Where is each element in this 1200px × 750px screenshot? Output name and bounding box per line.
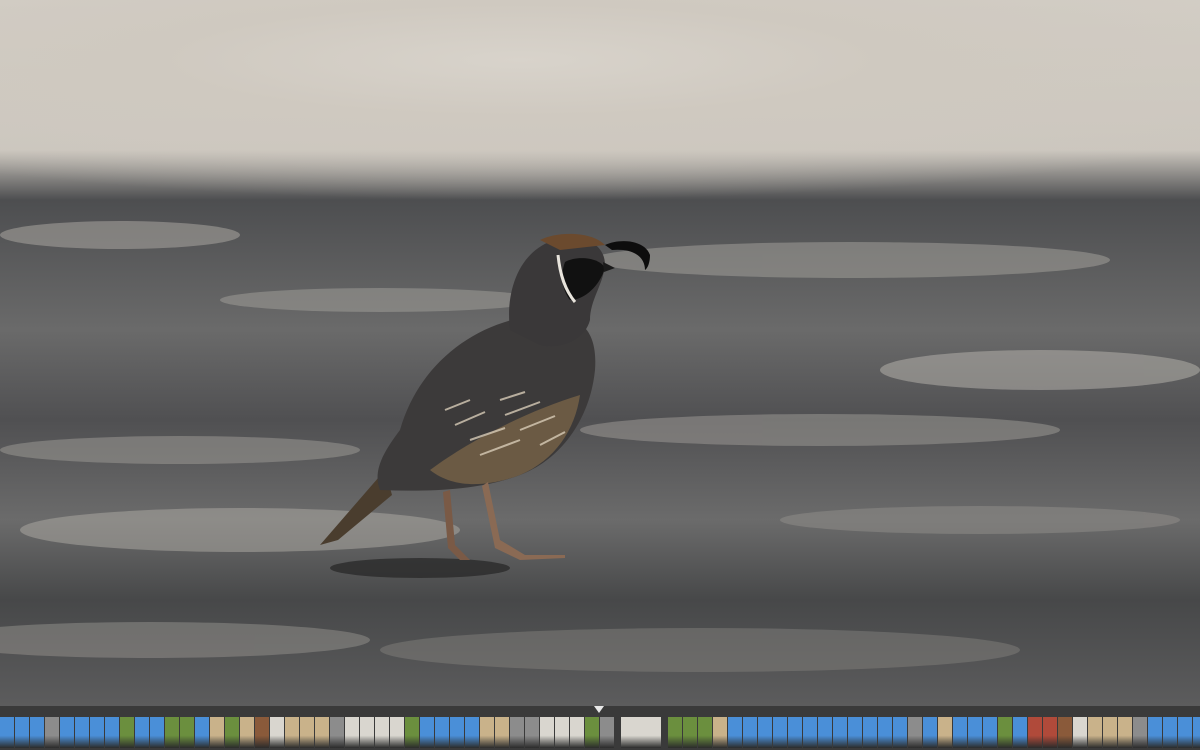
filmstrip-thumbnail[interactable] [165,717,179,748]
filmstrip-thumbnail[interactable] [405,717,419,748]
filmstrip-thumbnail[interactable] [120,717,134,748]
filmstrip-thumbnail[interactable] [180,717,194,748]
filmstrip-thumbnail[interactable] [150,717,164,748]
filmstrip-thumbnail[interactable] [1103,717,1117,748]
filmstrip-thumbnail[interactable] [105,717,119,748]
filmstrip-thumbnail[interactable] [135,717,149,748]
filmstrip-thumbnail[interactable] [1073,717,1087,748]
filmstrip-thumbnail[interactable] [285,717,299,748]
filmstrip-thumbnail[interactable] [1088,717,1102,748]
filmstrip-thumbnail[interactable] [818,717,832,748]
filmstrip-thumbnail[interactable] [983,717,997,748]
filmstrip-thumbnail[interactable] [195,717,209,748]
filmstrip-thumbnail[interactable] [540,717,554,748]
filmstrip-thumbnail[interactable] [698,717,712,748]
filmstrip-thumbnail[interactable] [450,717,464,748]
quail-bird [320,233,650,560]
filmstrip-thumbnail[interactable] [510,717,524,748]
filmstrip-thumbnail[interactable] [788,717,802,748]
filmstrip-thumbnail[interactable] [435,717,449,748]
filmstrip-thumbnail[interactable] [758,717,772,748]
filmstrip-thumbnail[interactable] [713,717,727,748]
filmstrip-thumbnail[interactable] [585,717,599,748]
filmstrip-thumbnail[interactable] [495,717,509,748]
filmstrip-thumbnail[interactable] [45,717,59,748]
filmstrip-thumbnail[interactable] [728,717,742,748]
filmstrip-thumbnail[interactable] [525,717,539,748]
filmstrip-thumbnail[interactable] [60,717,74,748]
filmstrip-thumbnail-current[interactable] [621,717,661,748]
filmstrip-thumbnail[interactable] [480,717,494,748]
filmstrip[interactable] [0,706,1200,750]
filmstrip-thumbnail[interactable] [465,717,479,748]
filmstrip-thumbnail[interactable] [1133,717,1147,748]
filmstrip-thumbnail[interactable] [300,717,314,748]
filmstrip-thumbnail[interactable] [1193,717,1200,748]
filmstrip-thumbnail[interactable] [75,717,89,748]
filmstrip-thumbnail[interactable] [683,717,697,748]
filmstrip-thumbnail[interactable] [600,717,614,748]
filmstrip-thumbnail[interactable] [1058,717,1072,748]
filmstrip-thumbnail[interactable] [570,717,584,748]
filmstrip-thumbnail[interactable] [255,717,269,748]
triangle-down-icon [594,706,604,713]
filmstrip-thumbnail[interactable] [240,717,254,748]
filmstrip-thumbnail[interactable] [938,717,952,748]
filmstrip-thumbnail[interactable] [803,717,817,748]
filmstrip-thumbnail[interactable] [833,717,847,748]
light-patches [0,221,1200,672]
filmstrip-thumbnail[interactable] [15,717,29,748]
filmstrip-thumbnail[interactable] [773,717,787,748]
filmstrip-thumbnail[interactable] [0,717,14,748]
filmstrip-thumbnail[interactable] [270,717,284,748]
filmstrip-thumbnail[interactable] [893,717,907,748]
filmstrip-thumbnail[interactable] [668,717,682,748]
filmstrip-thumbnail[interactable] [1163,717,1177,748]
filmstrip-thumbnails[interactable] [0,717,1200,748]
photo-viewer [0,0,1200,706]
filmstrip-thumbnail[interactable] [1013,717,1027,748]
filmstrip-thumbnail[interactable] [555,717,569,748]
filmstrip-thumbnail[interactable] [923,717,937,748]
filmstrip-thumbnail[interactable] [330,717,344,748]
filmstrip-thumbnail[interactable] [315,717,329,748]
filmstrip-thumbnail[interactable] [390,717,404,748]
filmstrip-thumbnail[interactable] [1148,717,1162,748]
filmstrip-thumbnail[interactable] [345,717,359,748]
filmstrip-thumbnail[interactable] [1028,717,1042,748]
filmstrip-thumbnail[interactable] [1118,717,1132,748]
filmstrip-thumbnail[interactable] [743,717,757,748]
filmstrip-thumbnail[interactable] [953,717,967,748]
filmstrip-thumbnail[interactable] [878,717,892,748]
filmstrip-thumbnail[interactable] [375,717,389,748]
filmstrip-thumbnail[interactable] [30,717,44,748]
filmstrip-thumbnail[interactable] [968,717,982,748]
filmstrip-thumbnail[interactable] [360,717,374,748]
filmstrip-thumbnail[interactable] [998,717,1012,748]
filmstrip-thumbnail[interactable] [908,717,922,748]
quail-photo [0,221,1200,672]
filmstrip-thumbnail[interactable] [848,717,862,748]
filmstrip-thumbnail[interactable] [210,717,224,748]
filmstrip-thumbnail[interactable] [225,717,239,748]
filmstrip-thumbnail[interactable] [863,717,877,748]
filmstrip-thumbnail[interactable] [1043,717,1057,748]
filmstrip-thumbnail[interactable] [90,717,104,748]
filmstrip-thumbnail[interactable] [1178,717,1192,748]
filmstrip-thumbnail[interactable] [420,717,434,748]
